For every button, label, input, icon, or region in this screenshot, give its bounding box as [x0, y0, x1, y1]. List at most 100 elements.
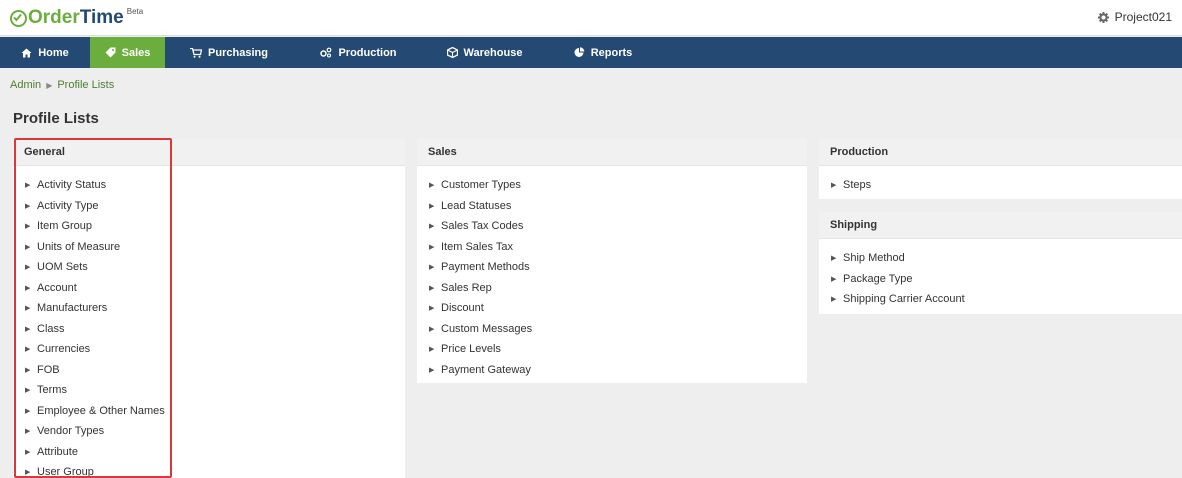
caret-right-icon: ▶ [429, 223, 435, 231]
caret-right-icon: ▶ [429, 284, 435, 292]
list-item[interactable]: ▶ Ship Method [831, 248, 1182, 269]
list-item[interactable]: ▶ Price Levels [429, 339, 807, 360]
list-item-label: Sales Tax Codes [441, 220, 524, 233]
list-item-label: UOM Sets [37, 261, 88, 274]
breadcrumb-separator-icon: ▶ [46, 80, 53, 90]
list-item[interactable]: ▶ Customer Types [429, 175, 807, 196]
list-item[interactable]: ▶ Sales Rep [429, 278, 807, 299]
project-name: Project021 [1114, 10, 1172, 24]
breadcrumb-admin[interactable]: Admin [10, 79, 41, 91]
list-item-label: Ship Method [843, 252, 905, 265]
caret-right-icon: ▶ [429, 305, 435, 313]
list-item[interactable]: ▶ Vendor Types [25, 421, 405, 442]
list-item-label: Shipping Carrier Account [843, 293, 965, 306]
list-item-label: Payment Methods [441, 261, 530, 274]
list-item-label: Price Levels [441, 343, 501, 356]
pie-chart-icon [574, 47, 585, 58]
check-circle-icon [10, 10, 27, 27]
caret-right-icon: ▶ [429, 366, 435, 374]
list-item[interactable]: ▶ Manufacturers [25, 298, 405, 319]
cart-icon [190, 47, 203, 58]
logo-text-time: Time [79, 7, 124, 28]
list-item-label: Manufacturers [37, 302, 108, 315]
list-item[interactable]: ▶ Steps [831, 175, 1182, 196]
caret-right-icon: ▶ [25, 428, 31, 436]
logo-text-order: Order [28, 7, 80, 28]
nav-purchasing[interactable]: Purchasing [165, 37, 293, 68]
list-item-label: Payment Gateway [441, 363, 531, 376]
list-item-label: Activity Type [37, 199, 99, 212]
shipping-list: ▶ Ship Method ▶ Package Type ▶ Shipping Carri… [819, 239, 1182, 310]
caret-right-icon: ▶ [25, 407, 31, 415]
logo[interactable]: Order Time Beta [10, 6, 143, 30]
caret-right-icon: ▶ [429, 325, 435, 333]
nav-sales[interactable]: Sales [90, 37, 165, 68]
nav-reports[interactable]: Reports [546, 37, 660, 68]
list-item[interactable]: ▶ Units of Measure [25, 237, 405, 258]
list-item[interactable]: ▶ Sales Tax Codes [429, 216, 807, 237]
project-menu[interactable]: Project021 [1097, 10, 1172, 24]
list-item[interactable]: ▶ Activity Status [25, 175, 405, 196]
list-item-label: Currencies [37, 343, 91, 356]
list-item-label: Steps [843, 179, 872, 192]
list-item[interactable]: ▶ Shipping Carrier Account [831, 289, 1182, 310]
list-item-label: Vendor Types [37, 425, 105, 438]
caret-right-icon: ▶ [25, 366, 31, 374]
list-item-label: Item Sales Tax [441, 240, 513, 253]
caret-right-icon: ▶ [831, 182, 837, 190]
list-item[interactable]: ▶ Item Group [25, 216, 405, 237]
list-item[interactable]: ▶ Lead Statuses [429, 196, 807, 217]
caret-right-icon: ▶ [429, 202, 435, 210]
list-item[interactable]: ▶ Employee & Other Names [25, 401, 405, 422]
beta-label: Beta [126, 7, 144, 16]
list-item[interactable]: ▶ FOB [25, 360, 405, 381]
list-item-label: Account [37, 281, 77, 294]
list-item[interactable]: ▶ User Group [25, 462, 405, 478]
list-item[interactable]: ▶ Activity Type [25, 196, 405, 217]
production-list: ▶ Steps [819, 166, 1182, 196]
page-title: Profile Lists [13, 110, 99, 127]
production-panel: Production ▶ Steps [819, 139, 1182, 199]
caret-right-icon: ▶ [25, 264, 31, 272]
list-item[interactable]: ▶ Payment Methods [429, 257, 807, 278]
list-item-label: Item Group [37, 220, 93, 233]
list-item-label: Discount [441, 302, 484, 315]
panel-header-shipping: Shipping [819, 212, 1182, 239]
caret-right-icon: ▶ [429, 182, 435, 190]
list-item[interactable]: ▶ Account [25, 278, 405, 299]
general-list: ▶ Activity Status ▶ Activity Type ▶ Item Grou… [13, 166, 405, 478]
nav-warehouse[interactable]: Warehouse [423, 37, 546, 68]
list-item[interactable]: ▶ Package Type [831, 269, 1182, 290]
caret-right-icon: ▶ [25, 202, 31, 210]
breadcrumb-current[interactable]: Profile Lists [57, 79, 114, 91]
caret-right-icon: ▶ [429, 243, 435, 251]
list-item-label: Custom Messages [441, 322, 533, 335]
list-item-label: Units of Measure [37, 240, 121, 253]
list-item-label: Lead Statuses [441, 199, 512, 212]
list-item[interactable]: ▶ Payment Gateway [429, 360, 807, 381]
list-item[interactable]: ▶ UOM Sets [25, 257, 405, 278]
caret-right-icon: ▶ [831, 255, 837, 263]
nav-home[interactable]: Home [0, 37, 90, 68]
list-item[interactable]: ▶ Terms [25, 380, 405, 401]
caret-right-icon: ▶ [25, 305, 31, 313]
list-item[interactable]: ▶ Class [25, 319, 405, 340]
list-item-label: User Group [37, 466, 94, 478]
list-item[interactable]: ▶ Currencies [25, 339, 405, 360]
list-item[interactable]: ▶ Discount [429, 298, 807, 319]
list-item-label: Attribute [37, 445, 78, 458]
list-item-label: Customer Types [441, 179, 521, 192]
list-item[interactable]: ▶ Item Sales Tax [429, 237, 807, 258]
nav-production[interactable]: Production [293, 37, 423, 68]
shipping-panel: Shipping ▶ Ship Method ▶ Package Type ▶ Shipp… [819, 212, 1182, 314]
caret-right-icon: ▶ [25, 182, 31, 190]
panel-header-sales: Sales [417, 139, 807, 166]
panel-header-general: General [13, 139, 405, 166]
caret-right-icon: ▶ [25, 469, 31, 477]
caret-right-icon: ▶ [429, 264, 435, 272]
gears-icon [319, 47, 332, 58]
list-item[interactable]: ▶ Attribute [25, 442, 405, 463]
main-nav: Home Sales Purchasing Production Warehou… [0, 37, 1182, 68]
box-icon [446, 47, 458, 58]
list-item[interactable]: ▶ Custom Messages [429, 319, 807, 340]
